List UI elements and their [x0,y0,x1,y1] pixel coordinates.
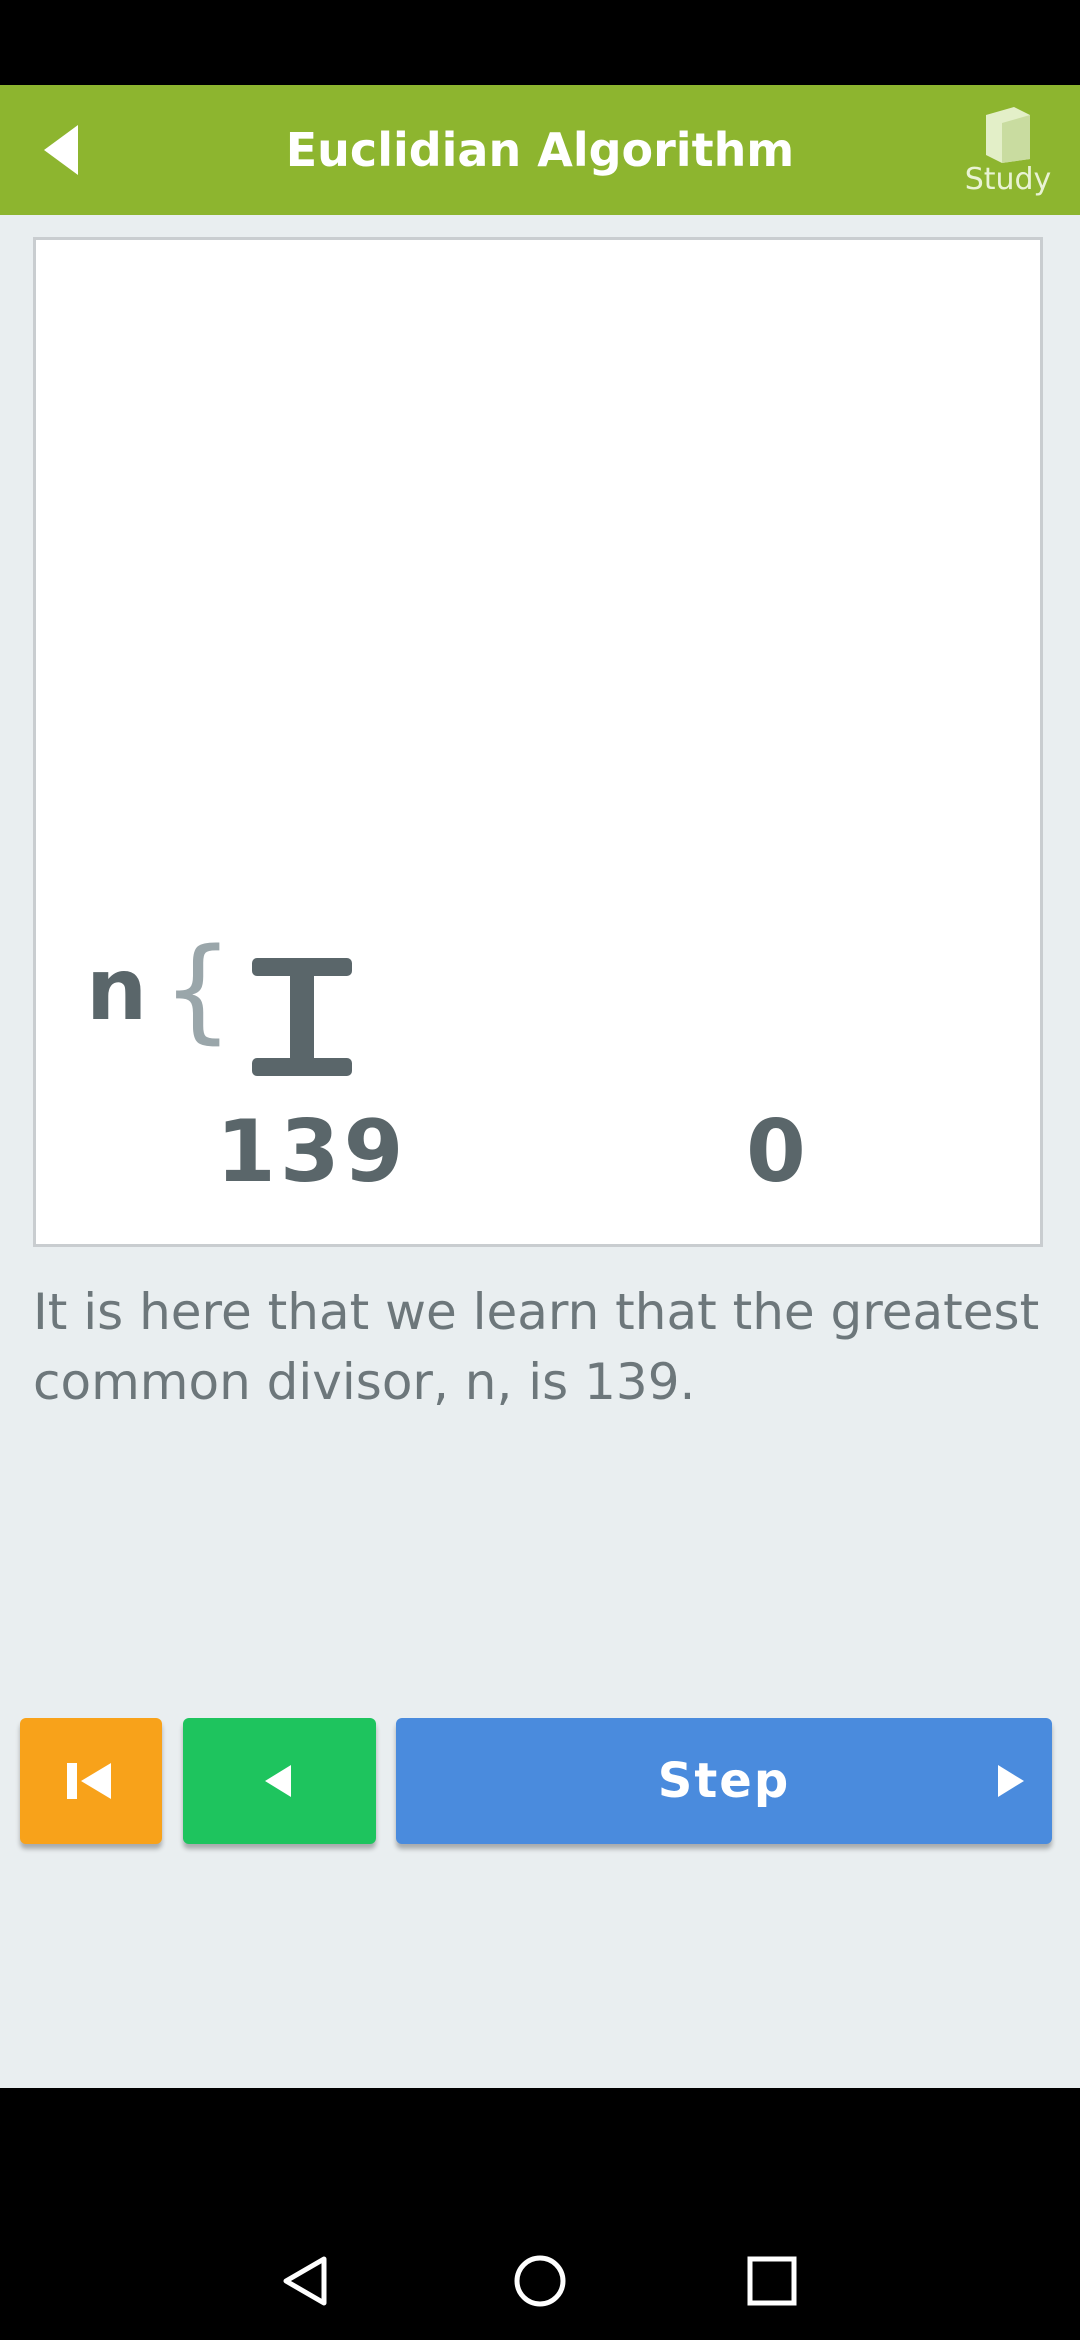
n-label: n [86,940,148,1040]
step-label: Step [657,1753,791,1809]
right-value: 0 [746,1102,806,1202]
diagram-panel: n { 139 0 [33,237,1043,1247]
back-button[interactable] [20,105,110,195]
explanation-text: It is here that we learn that the greate… [33,1283,1040,1411]
study-button[interactable]: Study [958,103,1058,203]
brace-glyph: { [164,925,232,1055]
back-arrow-icon [44,125,78,175]
play-icon [998,1765,1024,1797]
previous-button[interactable] [183,1718,376,1844]
rewind-button[interactable] [20,1718,162,1844]
status-bar [0,0,1080,85]
page-title: Euclidian Algorithm [285,123,795,177]
system-nav-bar [0,2088,1080,2340]
step-button[interactable]: Step [396,1718,1052,1844]
study-label: Study [964,162,1052,197]
app-bar: Euclidian Algorithm Study [0,85,1080,215]
nav-home-icon[interactable] [512,2253,568,2309]
previous-icon [265,1765,291,1797]
rewind-icon [67,1763,111,1799]
i-beam-bar [252,958,352,1076]
nav-back-icon[interactable] [278,2253,334,2309]
book-icon [986,107,1030,163]
left-value: 139 [216,1102,408,1202]
nav-recents-icon[interactable] [744,2253,800,2309]
